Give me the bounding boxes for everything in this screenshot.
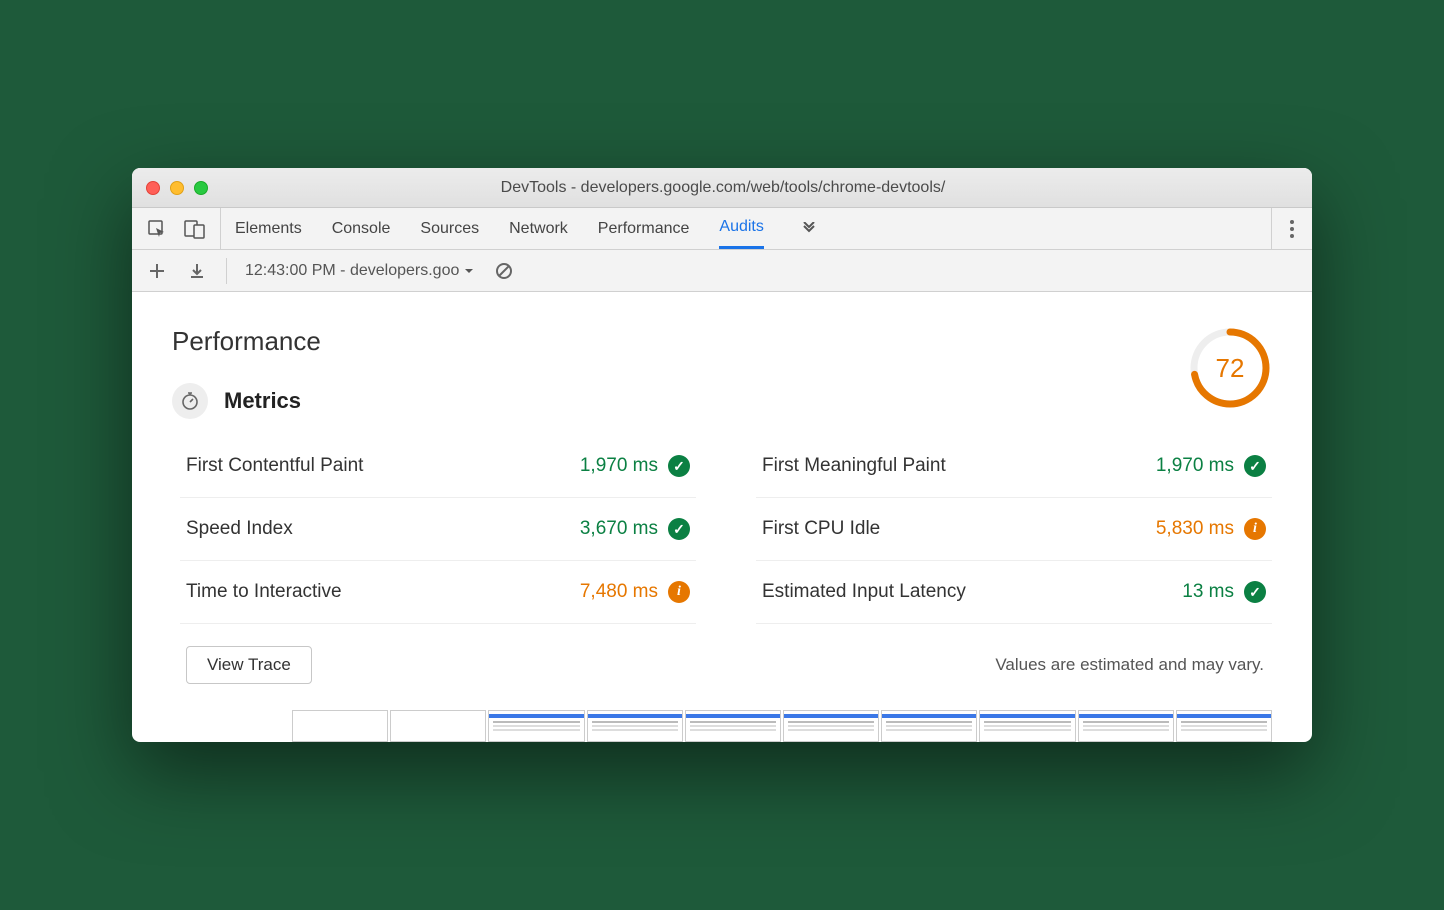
clear-icon[interactable] [493, 260, 515, 282]
filmstrip-frame[interactable] [881, 710, 977, 742]
check-icon: ✓ [668, 455, 690, 477]
filmstrip-frame[interactable] [1176, 710, 1272, 742]
score-value: 72 [1188, 326, 1272, 410]
device-toolbar-icon[interactable] [184, 218, 206, 240]
audit-report: Performance Metrics 72 [132, 292, 1312, 710]
tab-console[interactable]: Console [332, 208, 391, 249]
close-icon[interactable] [146, 181, 160, 195]
filmstrip-frame[interactable] [1078, 710, 1174, 742]
kebab-menu-icon[interactable] [1290, 220, 1294, 238]
filmstrip-frame[interactable] [783, 710, 879, 742]
metric-row: Estimated Input Latency 13 ms✓ [756, 560, 1272, 624]
metric-row: Time to Interactive 7,480 msi [180, 560, 696, 624]
tab-performance[interactable]: Performance [598, 208, 690, 249]
metric-name: First CPU Idle [762, 518, 880, 540]
tab-sources[interactable]: Sources [420, 208, 479, 249]
window-title: DevTools - developers.google.com/web/too… [228, 179, 1298, 197]
filmstrip-frame[interactable] [390, 710, 486, 742]
metric-row: Speed Index 3,670 ms✓ [180, 497, 696, 560]
section-title: Performance [172, 326, 321, 357]
check-icon: ✓ [668, 518, 690, 540]
audits-toolbar: 12:43:00 PM - developers.goo [132, 250, 1312, 292]
view-trace-button[interactable]: View Trace [186, 646, 312, 684]
more-tabs-icon[interactable] [794, 208, 824, 249]
info-icon: i [668, 581, 690, 603]
filmstrip [132, 710, 1312, 742]
metric-name: Time to Interactive [186, 581, 342, 603]
tabbar-left-tools [132, 208, 221, 249]
metric-value: 1,970 ms✓ [1156, 455, 1266, 477]
metric-name: First Meaningful Paint [762, 455, 946, 477]
metric-name: Estimated Input Latency [762, 581, 966, 603]
chevron-down-icon [463, 265, 475, 277]
tab-elements[interactable]: Elements [235, 208, 302, 249]
check-icon: ✓ [1244, 455, 1266, 477]
check-icon: ✓ [1244, 581, 1266, 603]
metric-row: First CPU Idle 5,830 msi [756, 497, 1272, 560]
metrics-heading: Metrics [224, 388, 301, 414]
devtools-tabbar: Elements Console Sources Network Perform… [132, 208, 1312, 250]
tab-audits[interactable]: Audits [719, 208, 763, 249]
inspect-element-icon[interactable] [146, 218, 168, 240]
metric-value: 5,830 msi [1156, 518, 1266, 540]
traffic-lights [146, 181, 208, 195]
report-selector-dropdown[interactable]: 12:43:00 PM - developers.goo [245, 262, 475, 280]
devtools-window: DevTools - developers.google.com/web/too… [132, 168, 1312, 742]
metrics-grid: First Contentful Paint1,970 ms✓First Mea… [180, 435, 1272, 624]
tab-network[interactable]: Network [509, 208, 568, 249]
info-icon: i [1244, 518, 1266, 540]
filmstrip-frame[interactable] [488, 710, 584, 742]
metric-row: First Meaningful Paint 1,970 ms✓ [756, 435, 1272, 497]
new-audit-icon[interactable] [146, 260, 168, 282]
metric-value: 13 ms✓ [1182, 581, 1266, 603]
download-icon[interactable] [186, 260, 208, 282]
metric-value: 3,670 ms✓ [580, 518, 690, 540]
metric-value: 7,480 msi [580, 581, 690, 603]
filmstrip-frame[interactable] [587, 710, 683, 742]
metric-name: First Contentful Paint [186, 455, 363, 477]
report-selector-label: 12:43:00 PM - developers.goo [245, 262, 459, 280]
minimize-icon[interactable] [170, 181, 184, 195]
filmstrip-frame[interactable] [292, 710, 388, 742]
metric-name: Speed Index [186, 518, 293, 540]
maximize-icon[interactable] [194, 181, 208, 195]
filmstrip-frame[interactable] [979, 710, 1075, 742]
titlebar: DevTools - developers.google.com/web/too… [132, 168, 1312, 208]
panel-tabs: Elements Console Sources Network Perform… [221, 208, 1271, 249]
filmstrip-frame[interactable] [685, 710, 781, 742]
metric-row: First Contentful Paint 1,970 ms✓ [180, 435, 696, 497]
metric-value: 1,970 ms✓ [580, 455, 690, 477]
stopwatch-icon [172, 383, 208, 419]
score-gauge: 72 [1188, 326, 1272, 410]
footer-note: Values are estimated and may vary. [995, 655, 1264, 675]
